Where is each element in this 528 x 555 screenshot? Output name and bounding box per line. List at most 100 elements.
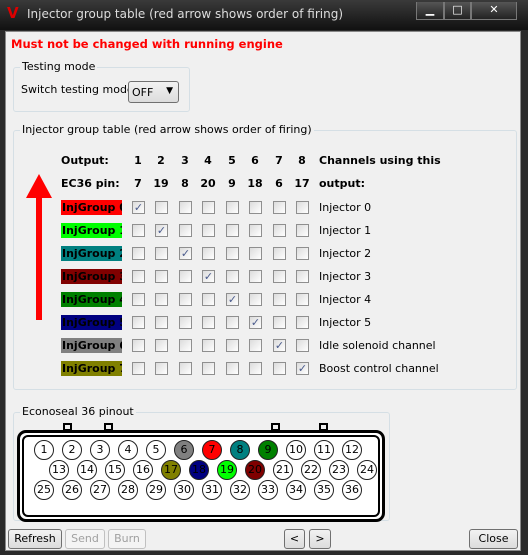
output-number: 3 xyxy=(181,154,189,167)
output-checkbox[interactable] xyxy=(273,293,286,306)
output-checkbox[interactable] xyxy=(226,339,239,352)
output-checkbox[interactable] xyxy=(202,339,215,352)
output-checkbox[interactable] xyxy=(296,293,309,306)
output-checkbox[interactable] xyxy=(155,316,168,329)
warning-text: Must not be changed with running engine xyxy=(11,37,283,51)
previous-button[interactable]: < xyxy=(284,529,305,549)
connector-pin: 36 xyxy=(342,480,362,500)
output-checkbox[interactable] xyxy=(132,293,145,306)
output-checkbox[interactable] xyxy=(249,339,262,352)
output-checkbox[interactable] xyxy=(202,247,215,260)
output-checkbox[interactable] xyxy=(296,201,309,214)
output-checkbox[interactable]: ✓ xyxy=(132,201,145,214)
connector-pin: 23 xyxy=(329,460,349,480)
output-checkbox[interactable] xyxy=(155,247,168,260)
output-checkbox[interactable] xyxy=(179,224,192,237)
output-checkbox[interactable] xyxy=(155,339,168,352)
output-checkbox[interactable] xyxy=(226,247,239,260)
connector-pin: 14 xyxy=(77,460,97,480)
output-checkbox[interactable] xyxy=(296,339,309,352)
output-checkbox[interactable] xyxy=(226,316,239,329)
ec36-pin-number: 19 xyxy=(153,177,169,190)
output-checkbox[interactable] xyxy=(179,270,192,283)
connector-pin: 34 xyxy=(286,480,306,500)
ec36-pin-number: 20 xyxy=(200,177,216,190)
ec36-pin-number: 7 xyxy=(134,177,142,190)
connector-pin: 32 xyxy=(230,480,250,500)
output-checkbox[interactable] xyxy=(202,224,215,237)
output-checkbox[interactable] xyxy=(296,316,309,329)
channel-label: Boost control channel xyxy=(319,362,439,375)
connector-pin: 12 xyxy=(342,440,362,460)
injgroup-label: InjGroup 2 xyxy=(61,246,122,261)
output-checkbox[interactable] xyxy=(273,362,286,375)
burn-button[interactable]: Burn xyxy=(108,529,146,549)
firing-order-arrow-icon xyxy=(26,174,52,320)
output-checkbox[interactable] xyxy=(202,293,215,306)
output-checkbox[interactable] xyxy=(249,247,262,260)
refresh-button[interactable]: Refresh xyxy=(8,529,62,549)
injgroup-label: InjGroup 0 xyxy=(61,200,122,215)
output-checkbox[interactable] xyxy=(249,224,262,237)
output-checkbox[interactable]: ✓ xyxy=(179,247,192,260)
testing-mode-select[interactable]: OFF ▼ xyxy=(128,81,179,103)
output-checkbox[interactable] xyxy=(155,362,168,375)
output-checkbox[interactable] xyxy=(132,224,145,237)
close-window-button[interactable]: ✕ xyxy=(471,2,517,20)
output-checkbox[interactable] xyxy=(249,270,262,283)
output-checkbox[interactable]: ✓ xyxy=(155,224,168,237)
output-header: Output: xyxy=(61,154,109,167)
output-checkbox[interactable]: ✓ xyxy=(273,339,286,352)
output-checkbox[interactable] xyxy=(249,201,262,214)
output-checkbox[interactable] xyxy=(273,224,286,237)
output-checkbox[interactable] xyxy=(179,201,192,214)
output-checkbox[interactable] xyxy=(155,270,168,283)
output-checkbox[interactable] xyxy=(155,293,168,306)
send-button[interactable]: Send xyxy=(65,529,105,549)
channels-header-2: output: xyxy=(319,177,366,190)
output-checkbox[interactable] xyxy=(249,293,262,306)
output-checkbox[interactable] xyxy=(273,247,286,260)
output-checkbox[interactable]: ✓ xyxy=(202,270,215,283)
output-checkbox[interactable] xyxy=(202,201,215,214)
output-checkbox[interactable] xyxy=(179,339,192,352)
output-checkbox[interactable]: ✓ xyxy=(226,293,239,306)
output-checkbox[interactable] xyxy=(226,224,239,237)
output-checkbox[interactable] xyxy=(179,293,192,306)
output-checkbox[interactable] xyxy=(132,362,145,375)
next-button[interactable]: > xyxy=(309,529,331,549)
output-checkbox[interactable] xyxy=(296,247,309,260)
connector-pin: 29 xyxy=(146,480,166,500)
output-checkbox[interactable] xyxy=(273,270,286,283)
connector-pin: 11 xyxy=(314,440,334,460)
output-checkbox[interactable] xyxy=(202,362,215,375)
title-bar: V Injector group table (red arrow shows … xyxy=(0,0,528,30)
output-checkbox[interactable] xyxy=(202,316,215,329)
pinout-label: Econoseal 36 pinout xyxy=(20,405,136,418)
output-checkbox[interactable]: ✓ xyxy=(249,316,262,329)
output-checkbox[interactable] xyxy=(226,201,239,214)
output-checkbox[interactable] xyxy=(296,270,309,283)
output-checkbox[interactable] xyxy=(179,316,192,329)
maximize-button[interactable]: □ xyxy=(444,2,471,20)
channel-label: Injector 5 xyxy=(319,316,372,329)
output-checkbox[interactable] xyxy=(155,201,168,214)
output-checkbox[interactable] xyxy=(132,247,145,260)
output-checkbox[interactable] xyxy=(226,362,239,375)
output-checkbox[interactable] xyxy=(132,339,145,352)
output-checkbox[interactable] xyxy=(179,362,192,375)
close-button[interactable]: Close xyxy=(469,529,518,549)
output-checkbox[interactable]: ✓ xyxy=(296,362,309,375)
connector-pin: 8 xyxy=(230,440,250,460)
output-checkbox[interactable] xyxy=(273,201,286,214)
channel-label: Idle solenoid channel xyxy=(319,339,436,352)
output-checkbox[interactable] xyxy=(226,270,239,283)
output-checkbox[interactable] xyxy=(132,270,145,283)
output-number: 2 xyxy=(157,154,165,167)
injgroup-label: InjGroup 5 xyxy=(61,315,122,330)
minimize-button[interactable]: ▁ xyxy=(416,2,444,20)
output-checkbox[interactable] xyxy=(296,224,309,237)
output-checkbox[interactable] xyxy=(273,316,286,329)
output-checkbox[interactable] xyxy=(249,362,262,375)
output-checkbox[interactable] xyxy=(132,316,145,329)
